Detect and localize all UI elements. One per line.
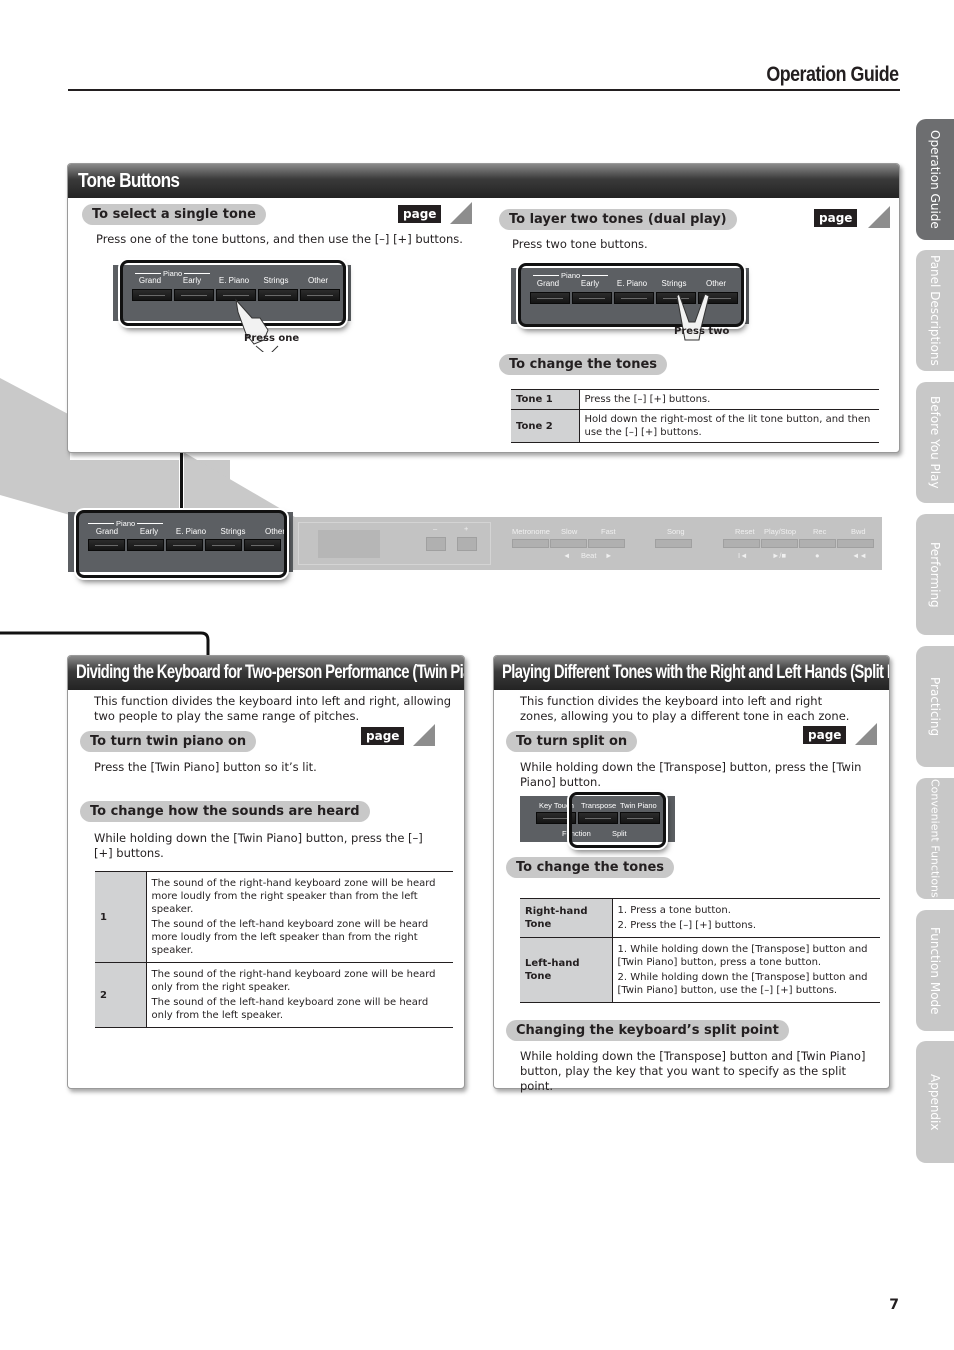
split-point-text: While holding down the [Transpose] butto… xyxy=(520,1049,866,1093)
fast-label: Fast xyxy=(601,527,616,536)
play-stop-button xyxy=(761,539,798,548)
twin-piano-section: Dividing the Keyboard for Two-person Per… xyxy=(67,655,465,1089)
rec-button xyxy=(799,539,836,548)
beat-down-icon: ◄ xyxy=(563,551,571,560)
table-row: Right-hand Tone 1. Press a tone button. 2.… xyxy=(520,898,880,938)
metronome-label: Metronome xyxy=(512,527,550,536)
press-two-callout: Press two xyxy=(674,326,730,337)
split-play-intro: This function divides the keyboard into … xyxy=(520,694,850,723)
tab-appendix[interactable]: Appendix xyxy=(916,1041,954,1163)
beat-up-icon: ► xyxy=(605,551,613,560)
header-rule xyxy=(68,89,900,91)
section-title: Playing Different Tones with the Right a… xyxy=(494,656,889,690)
section-title: Tone Buttons xyxy=(68,164,899,198)
rec-label: Rec xyxy=(813,527,827,536)
plus-label: + xyxy=(464,524,469,533)
sounds-heard-heading: To change how the sounds are heard xyxy=(80,801,370,822)
tab-panel-descriptions[interactable]: Panel Descriptions xyxy=(916,250,954,371)
play-stop-label: Play/Stop xyxy=(764,527,797,536)
table-row: Tone 2 Hold down the right-most of the li… xyxy=(511,409,879,443)
twin-piano-intro: This function divides the keyboard into … xyxy=(94,694,452,723)
rec-icon: ● xyxy=(815,551,820,560)
change-tones-heading: To change the tones xyxy=(499,354,668,375)
highlight-frame xyxy=(76,510,287,578)
tone-buttons-section: Tone Buttons To select a single tone pag… xyxy=(67,163,900,453)
song-label: Song xyxy=(667,527,685,536)
split-tones-table: Right-hand Tone 1. Press a tone button. 2.… xyxy=(520,898,880,1003)
tab-function-mode[interactable]: Function Mode xyxy=(916,910,954,1031)
minus-label: – xyxy=(433,524,438,533)
press-one-callout: Press one xyxy=(244,333,300,344)
play-stop-icon: ►/■ xyxy=(772,551,787,560)
fast-button xyxy=(588,539,625,548)
slow-label: Slow xyxy=(561,527,578,536)
table-row: 1 The sound of the right-hand keyboard zo… xyxy=(95,871,453,963)
table-row: 2 The sound of the right-hand keyboard zo… xyxy=(95,962,453,1028)
section-title: Dividing the Keyboard for Two-person Per… xyxy=(68,656,464,690)
connector-line xyxy=(180,452,183,510)
reset-icon: I◄ xyxy=(738,551,748,560)
sounds-heard-text: While holding down the [Twin Piano] butt… xyxy=(94,831,423,860)
twin-piano-on-text: Press the [Twin Piano] button so it’s li… xyxy=(94,760,317,774)
tab-operation-guide[interactable]: Operation Guide xyxy=(916,119,954,240)
page-title: Operation Guide xyxy=(766,63,900,86)
bwd-label: Bwd xyxy=(851,527,866,536)
metronome-button xyxy=(512,539,549,548)
split-on-heading: To turn split on xyxy=(506,731,638,752)
tab-performing[interactable]: Performing xyxy=(916,514,954,635)
table-row: Tone 1 Press the [–] [+] buttons. xyxy=(511,389,879,410)
tab-practicing[interactable]: Practicing xyxy=(916,646,954,767)
twin-piano-on-heading: To turn twin piano on xyxy=(80,731,257,752)
tab-convenient-functions[interactable]: Convenient Functions xyxy=(916,778,954,899)
beat-label: Beat xyxy=(581,551,597,560)
slow-button xyxy=(550,539,587,548)
front-panel-illustration: – + Metronome Slow Fast Song Reset Play/… xyxy=(290,517,882,570)
split-on-text: While holding down the [Transpose] butto… xyxy=(520,760,862,789)
dual-play-text: Press two tone buttons. xyxy=(512,237,648,251)
reset-button xyxy=(723,539,760,548)
bwd-icon: ◄◄ xyxy=(852,551,867,560)
lcd-display xyxy=(318,530,380,558)
highlight-frame xyxy=(569,792,666,848)
tab-before-you-play[interactable]: Before You Play xyxy=(916,382,954,503)
single-tone-heading: To select a single tone xyxy=(82,204,266,225)
two-finger-hand-icon xyxy=(676,293,710,341)
split-change-tones-heading: To change the tones xyxy=(506,857,675,878)
split-play-section: Playing Different Tones with the Right a… xyxy=(493,655,890,1093)
dual-play-heading: To layer two tones (dual play) xyxy=(499,209,737,230)
table-row: Left-hand Tone 1. While holding down the … xyxy=(520,937,880,1003)
sounds-table: 1 The sound of the right-hand keyboard zo… xyxy=(95,871,453,1028)
tone-change-table: Tone 1 Press the [–] [+] buttons. Tone 2H… xyxy=(511,389,879,443)
page-number: 7 xyxy=(889,1297,899,1313)
minus-button xyxy=(426,537,446,551)
bwd-button xyxy=(837,539,874,548)
split-point-heading: Changing the keyboard’s split point xyxy=(506,1020,789,1041)
song-button xyxy=(655,539,692,548)
plus-button xyxy=(457,537,477,551)
reset-label: Reset xyxy=(735,527,755,536)
single-tone-text: Press one of the tone buttons, and then … xyxy=(96,232,463,246)
